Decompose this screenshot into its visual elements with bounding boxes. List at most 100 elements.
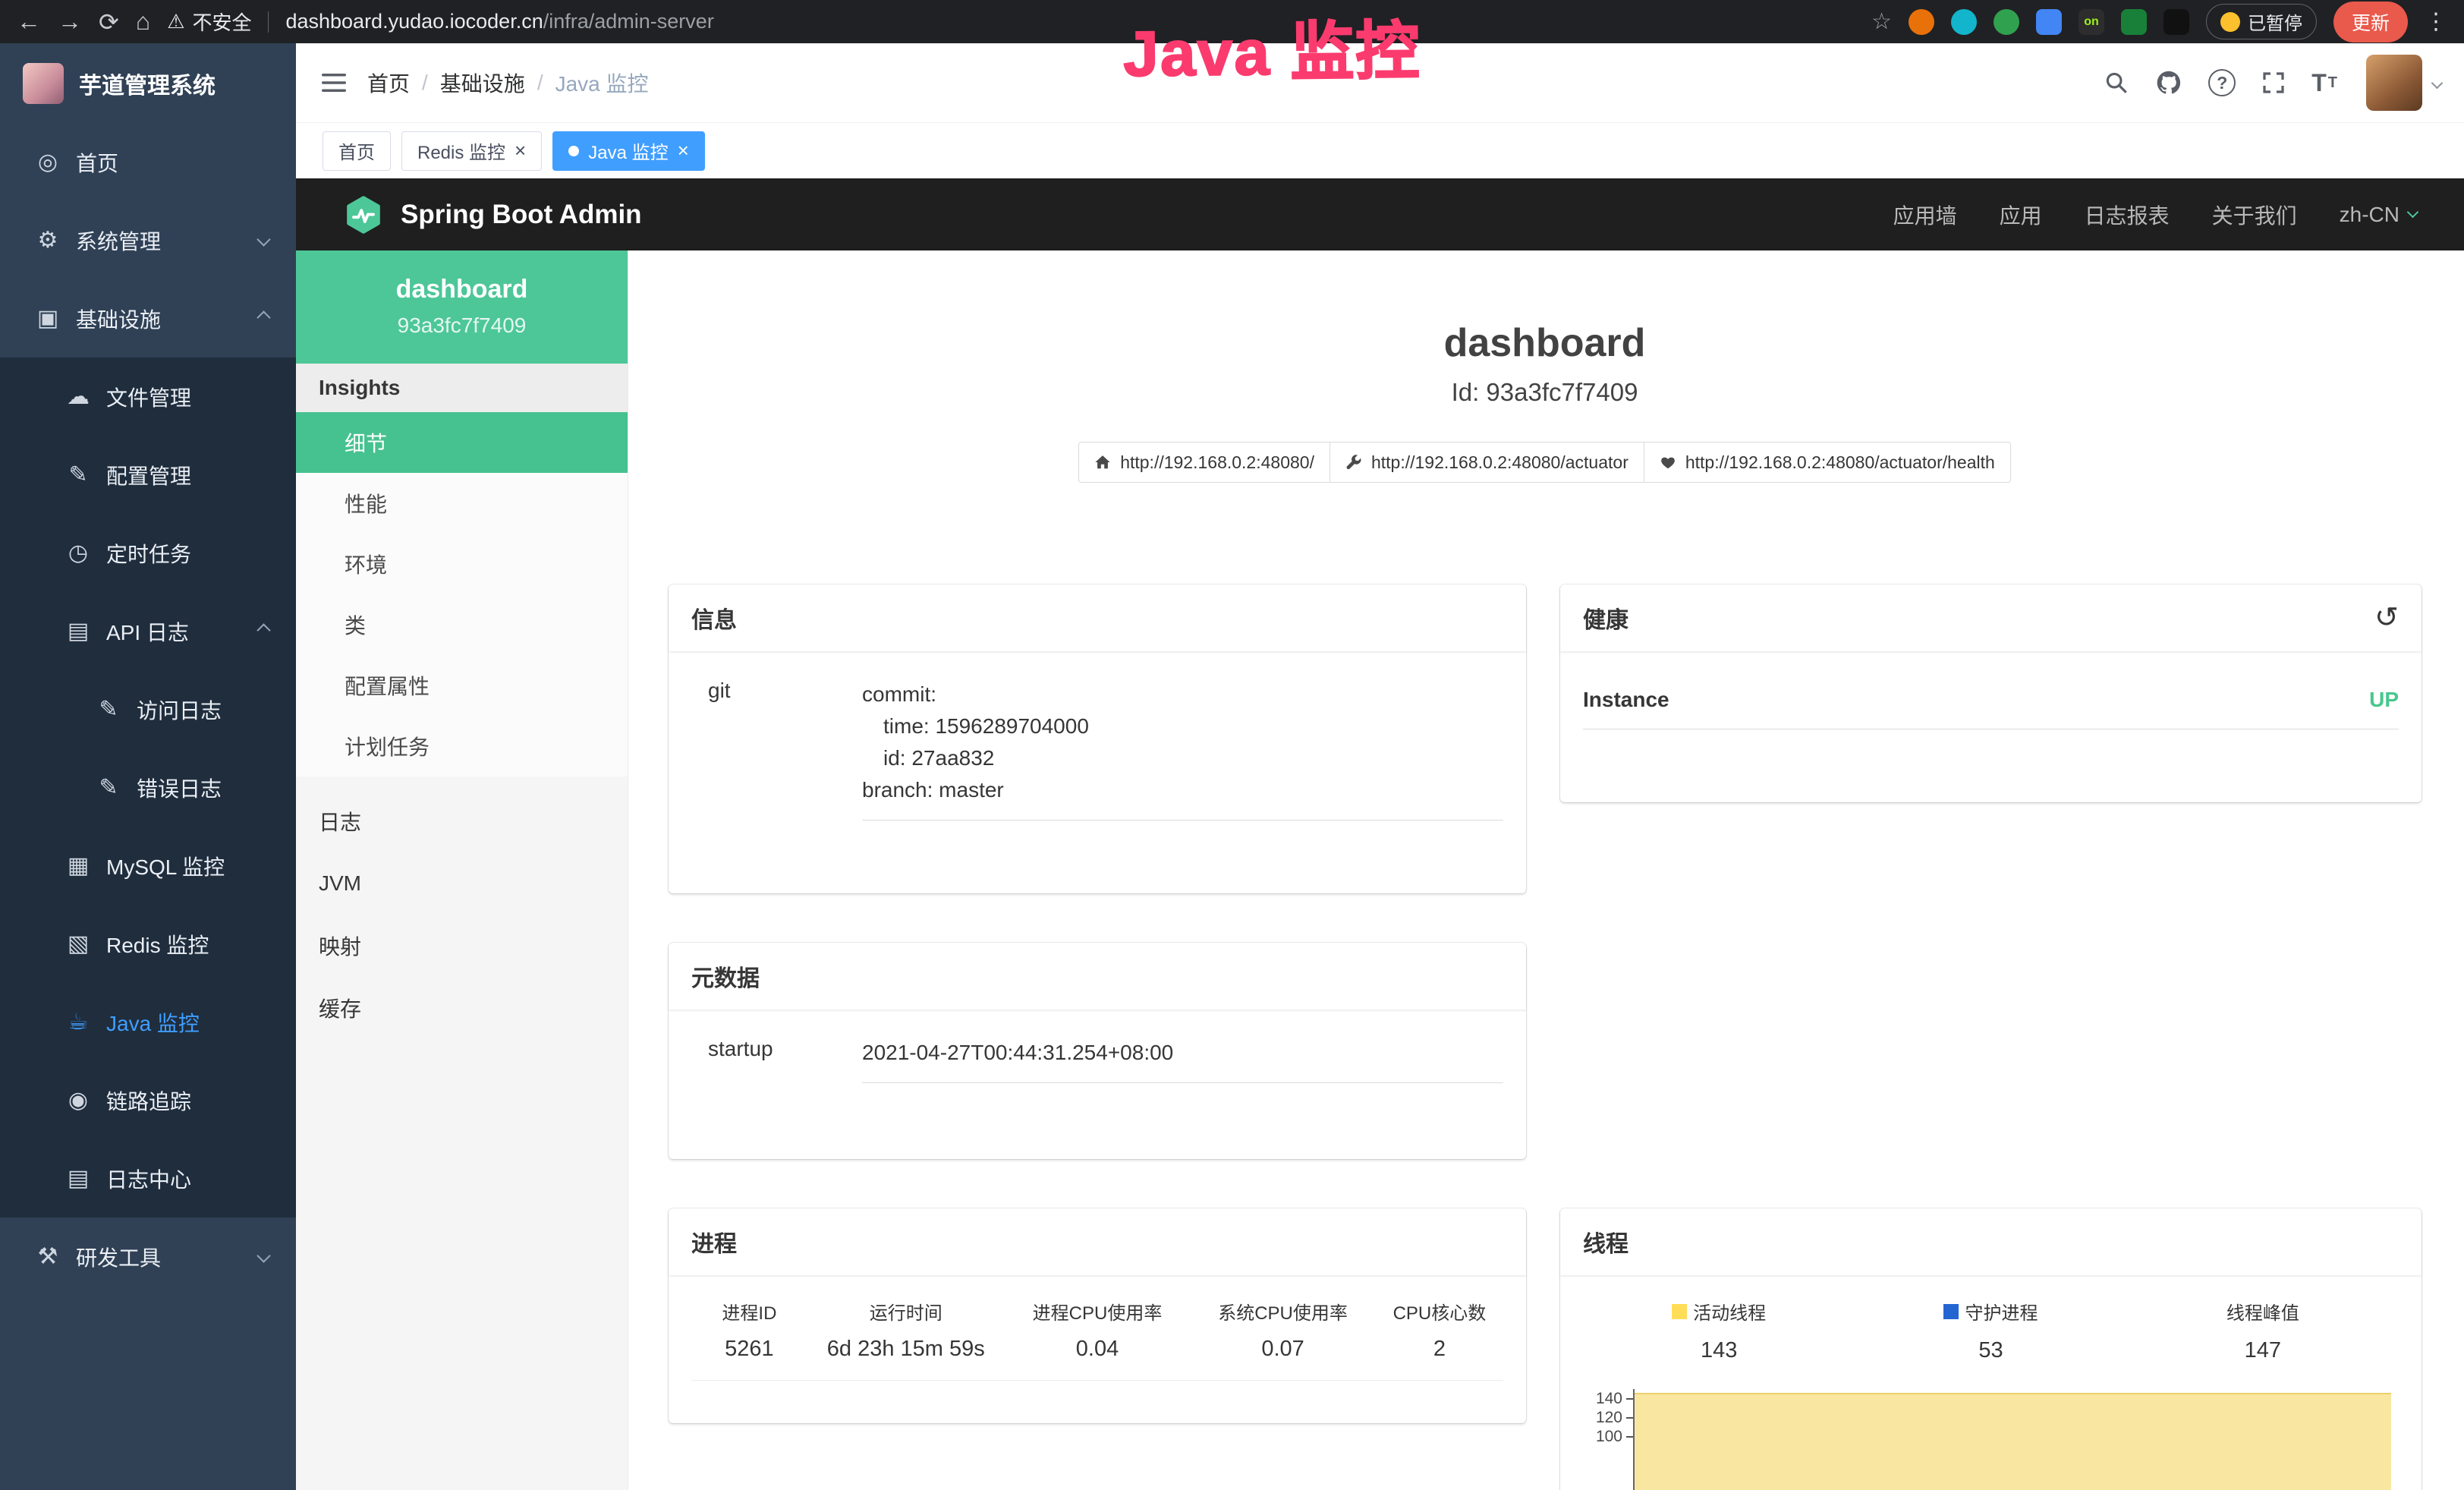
home-icon xyxy=(1094,454,1111,471)
font-size-icon[interactable]: TT xyxy=(2311,69,2337,97)
user-menu-caret-icon[interactable] xyxy=(2431,77,2444,89)
close-icon[interactable]: × xyxy=(678,139,689,162)
browser-home-button[interactable]: ⌂ xyxy=(136,8,150,36)
search-icon[interactable] xyxy=(2104,70,2129,96)
extension-icon-1[interactable] xyxy=(1909,9,1934,35)
sidebar-item-mysql-monitor[interactable]: ▦ MySQL 监控 xyxy=(0,827,296,905)
security-indicator[interactable]: ⚠ 不安全 xyxy=(167,8,251,36)
sba-nav-applications[interactable]: 应用 xyxy=(2000,200,2042,230)
sidebar-item-access-logs[interactable]: ✎ 访问日志 xyxy=(0,670,296,748)
health-row[interactable]: Instance UP xyxy=(1583,688,2399,729)
sidebar-item-redis-monitor[interactable]: ▧ Redis 监控 xyxy=(0,905,296,983)
sidebar-item-label: 定时任务 xyxy=(106,538,191,569)
metadata-value: 2021-04-27T00:44:31.254+08:00 xyxy=(862,1037,1503,1083)
breadcrumb-home[interactable]: 首页 xyxy=(367,68,410,98)
bookmark-star-icon[interactable]: ☆ xyxy=(1871,8,1892,35)
sidebar-item-scheduled-tasks[interactable]: ◷ 定时任务 xyxy=(0,514,296,592)
col-process-cpu-label: 进程CPU使用率 xyxy=(1005,1298,1191,1325)
instance-id-short: 93a3fc7f7409 xyxy=(311,313,612,338)
browser-back-button[interactable]: ← xyxy=(17,8,41,36)
sidebar-item-file-management[interactable]: ☁ 文件管理 xyxy=(0,358,296,436)
extension-icon-3[interactable] xyxy=(1994,9,2019,35)
sidebar-item-caches[interactable]: 缓存 xyxy=(296,977,628,1039)
extension-icon-2[interactable] xyxy=(1951,9,1977,35)
legend-daemon-threads: 守护进程 xyxy=(1855,1298,2126,1325)
database-icon: ▧ xyxy=(61,931,96,957)
tab-redis-monitor[interactable]: Redis 监控 × xyxy=(401,131,542,171)
uptime-value: 6d 23h 15m 59s xyxy=(807,1337,1005,1362)
database-icon: ▦ xyxy=(61,852,96,879)
sidebar-item-label: Redis 监控 xyxy=(106,929,209,959)
col-pid-label: 进程ID xyxy=(691,1298,807,1325)
daemon-threads-value: 53 xyxy=(1855,1338,2126,1363)
chevron-down-icon xyxy=(2407,206,2419,219)
info-key: git xyxy=(691,679,862,821)
info-value: commit: time: 1596289704000 id: 27aa832 … xyxy=(862,679,1503,821)
sidebar-item-java-monitor[interactable]: ☕ Java 监控 xyxy=(0,983,296,1061)
actuator-url-button[interactable]: http://192.168.0.2:48080/actuator xyxy=(1330,442,1644,483)
extension-icon-6[interactable] xyxy=(2121,9,2147,35)
address-bar[interactable]: dashboard.yudao.iocoder.cn/infra/admin-s… xyxy=(285,10,1855,33)
sidebar-item-system[interactable]: ⚙ 系统管理 xyxy=(0,201,296,279)
sidebar-item-jvm[interactable]: JVM xyxy=(296,852,628,915)
divider xyxy=(268,11,269,33)
sidebar-item-api-logs[interactable]: ▤ API 日志 xyxy=(0,592,296,670)
extension-icon-7[interactable] xyxy=(2163,9,2189,35)
health-card: 健康 ↺ Instance UP xyxy=(1560,584,2422,802)
insight-item-details[interactable]: 细节 xyxy=(296,412,628,473)
user-avatar[interactable] xyxy=(2366,55,2422,111)
sidebar-item-logs[interactable]: 日志 xyxy=(296,790,628,852)
instance-id-subtitle: Id: 93a3fc7f7409 xyxy=(669,378,2421,407)
close-icon[interactable]: × xyxy=(515,139,526,162)
actuator-url-label: http://192.168.0.2:48080/actuator xyxy=(1371,452,1629,473)
extension-icon-4[interactable] xyxy=(2036,9,2062,35)
sidebar-item-log-center[interactable]: ▤ 日志中心 xyxy=(0,1139,296,1218)
url-host: dashboard.yudao.iocoder.cn xyxy=(285,10,543,33)
sidebar-item-error-logs[interactable]: ✎ 错误日志 xyxy=(0,748,296,827)
y-tick: 120 xyxy=(1583,1408,1633,1427)
browser-forward-button[interactable]: → xyxy=(58,8,82,36)
sba-brand-label: Spring Boot Admin xyxy=(401,200,642,230)
browser-refresh-button[interactable]: ⟳ xyxy=(99,8,119,36)
sidebar-toggle-icon[interactable] xyxy=(322,72,346,93)
tab-home[interactable]: 首页 xyxy=(323,131,391,171)
health-card-title: 健康 xyxy=(1583,601,1629,635)
help-icon[interactable]: ? xyxy=(2208,69,2236,96)
browser-menu-icon[interactable]: ⋮ xyxy=(2425,8,2447,35)
sba-nav-wallboard[interactable]: 应用墙 xyxy=(1893,200,1957,230)
process-cpu-value: 0.04 xyxy=(1005,1337,1191,1362)
health-url-button[interactable]: http://192.168.0.2:48080/actuator/health xyxy=(1644,442,2011,483)
sba-nav-about[interactable]: 关于我们 xyxy=(2212,200,2297,230)
app-logo[interactable]: 芋道管理系统 xyxy=(0,43,296,123)
sidebar-item-tracing[interactable]: ◉ 链路追踪 xyxy=(0,1061,296,1139)
insight-item-classes[interactable]: 类 xyxy=(296,594,628,655)
insight-item-scheduled-tasks[interactable]: 计划任务 xyxy=(296,716,628,777)
fullscreen-icon[interactable] xyxy=(2261,71,2286,95)
update-button[interactable]: 更新 xyxy=(2333,2,2408,43)
history-icon[interactable]: ↺ xyxy=(2374,603,2399,632)
sidebar-group-insights[interactable]: Insights xyxy=(296,364,628,412)
sidebar-item-home[interactable]: ◎ 首页 xyxy=(0,123,296,201)
sidebar-item-mappings[interactable]: 映射 xyxy=(296,915,628,977)
tools-icon: ⚒ xyxy=(30,1243,65,1270)
breadcrumb-infrastructure[interactable]: 基础设施 xyxy=(440,68,525,98)
service-url-button[interactable]: http://192.168.0.2:48080/ xyxy=(1078,442,1330,483)
paused-badge[interactable]: 已暂停 xyxy=(2206,4,2317,39)
sba-brand[interactable]: Spring Boot Admin xyxy=(343,194,642,235)
col-uptime-label: 运行时间 xyxy=(807,1298,1005,1325)
instance-header[interactable]: dashboard 93a3fc7f7409 xyxy=(296,250,628,364)
sidebar-item-dev-tools[interactable]: ⚒ 研发工具 xyxy=(0,1218,296,1296)
insight-item-config-props[interactable]: 配置属性 xyxy=(296,655,628,716)
insight-item-environment[interactable]: 环境 xyxy=(296,534,628,594)
sba-nav-journal[interactable]: 日志报表 xyxy=(2085,200,2170,230)
sidebar-item-infrastructure[interactable]: ▣ 基础设施 xyxy=(0,279,296,358)
github-icon[interactable] xyxy=(2155,69,2182,96)
sidebar-item-config-management[interactable]: ✎ 配置管理 xyxy=(0,436,296,514)
sidebar-item-label: MySQL 监控 xyxy=(106,851,225,881)
legend-label: 活动线程 xyxy=(1693,1298,1766,1325)
sidebar-item-label: Java 监控 xyxy=(106,1007,200,1038)
insight-item-performance[interactable]: 性能 xyxy=(296,473,628,534)
sba-locale-select[interactable]: zh-CN xyxy=(2340,203,2417,227)
tab-java-monitor[interactable]: Java 监控 × xyxy=(552,131,705,171)
extension-icon-5[interactable]: on xyxy=(2079,9,2104,35)
